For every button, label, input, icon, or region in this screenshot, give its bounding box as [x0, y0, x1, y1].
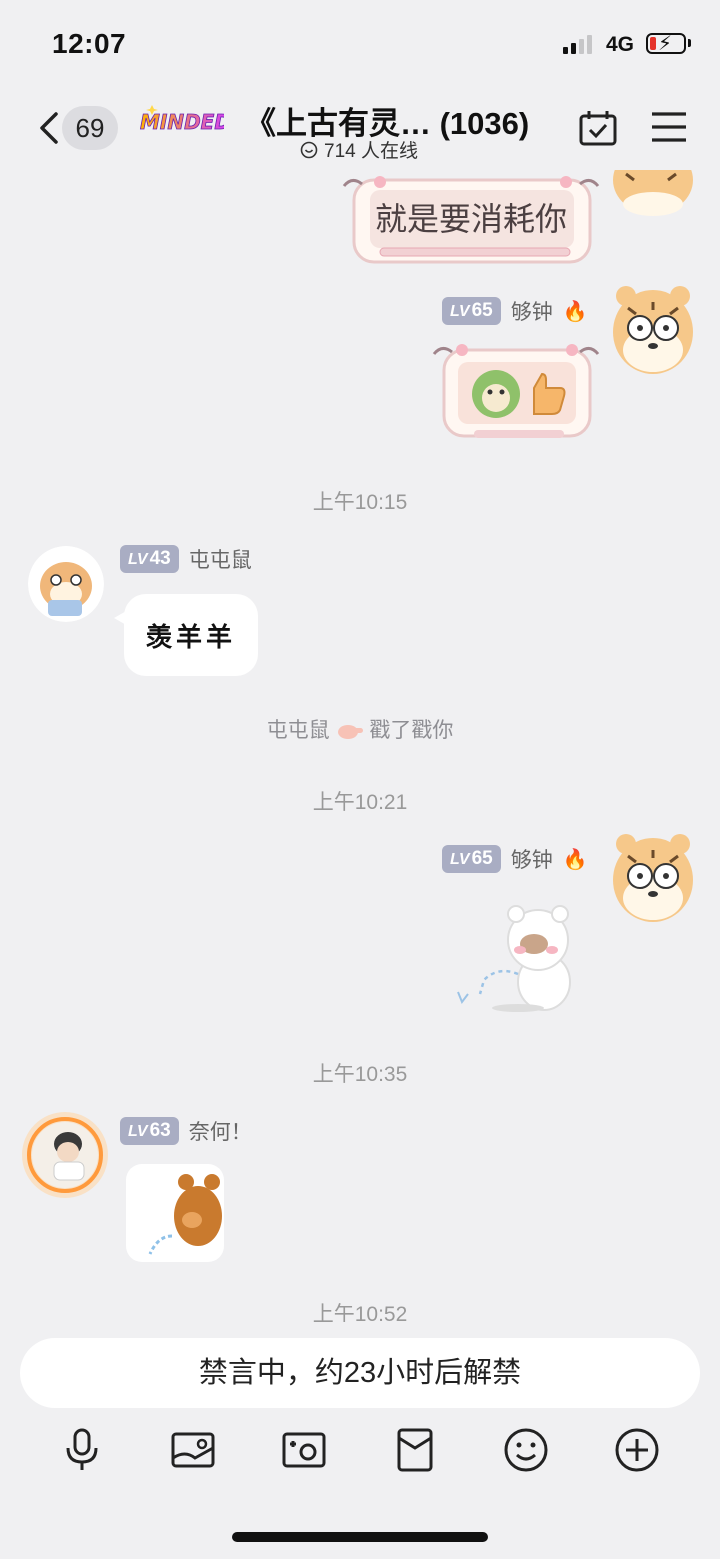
- battery-tip: [688, 39, 691, 47]
- calendar-check-icon[interactable]: [578, 108, 618, 148]
- message-bubble[interactable]: 羡羊羊: [114, 594, 258, 676]
- poke-hand-icon: [336, 722, 364, 740]
- network-type: 4G: [606, 33, 635, 56]
- sender-name[interactable]: 够钟: [511, 296, 553, 326]
- signal-icon: [563, 34, 592, 54]
- sender-name[interactable]: 够钟: [511, 844, 553, 874]
- chat-message-list[interactable]: 就是要消耗你 LV 65 够钟 🔥 上午10:15 LV 43 屯屯鼠 羡羊羊 …: [0, 170, 720, 1322]
- level-badge: LV 65: [442, 297, 501, 325]
- poke-notice: 屯屯鼠 戳了戳你: [0, 714, 720, 744]
- emoji-icon[interactable]: [502, 1426, 550, 1474]
- message-sender: LV 65 够钟 🔥: [442, 296, 588, 326]
- image-icon[interactable]: [169, 1426, 217, 1474]
- sender-name[interactable]: 屯屯鼠: [189, 544, 252, 574]
- level-badge: LV 63: [120, 1117, 179, 1145]
- online-icon: [300, 141, 318, 158]
- online-count-label: 714 人在线: [324, 141, 418, 162]
- white-bear-sticker[interactable]: [448, 900, 588, 1018]
- user-avatar[interactable]: [20, 1110, 110, 1200]
- plus-icon[interactable]: [613, 1426, 661, 1474]
- red-packet-icon[interactable]: [391, 1426, 439, 1474]
- timestamp: 上午10:35: [312, 1063, 408, 1086]
- message-sender: LV 63 奈何！: [120, 1116, 252, 1146]
- status-bar: 12:07 4G ⚡: [0, 0, 720, 88]
- message-sender: LV 43 屯屯鼠: [120, 544, 252, 574]
- online-count: 714 人在线: [300, 136, 418, 163]
- chat-header: 69 MINDED 《上古有灵… (1036) 714 人在线: [0, 88, 720, 170]
- brown-bear-sticker[interactable]: [126, 1164, 224, 1262]
- timestamp: 上午10:52: [312, 1303, 408, 1322]
- sender-name[interactable]: 奈何！: [189, 1116, 252, 1146]
- fire-icon: 🔥: [562, 300, 588, 323]
- timestamp: 上午10:21: [312, 791, 408, 814]
- level-badge: LV 43: [120, 545, 179, 573]
- poke-actor[interactable]: 屯屯鼠: [267, 719, 330, 742]
- battery-icon: ⚡: [646, 33, 686, 55]
- message-sender: LV 65 够钟 🔥: [442, 844, 588, 874]
- poke-action: 戳了戳你: [369, 719, 454, 742]
- home-indicator[interactable]: [232, 1532, 488, 1542]
- level-badge: LV 65: [442, 845, 501, 873]
- back-arrow-icon[interactable]: [34, 108, 64, 148]
- tiger-avatar[interactable]: [606, 170, 700, 218]
- frame-sticker[interactable]: 就是要消耗你: [340, 170, 602, 276]
- brand-logo: MINDED: [140, 105, 224, 134]
- menu-icon[interactable]: [650, 110, 688, 144]
- sticker-caption: 就是要消耗你: [375, 200, 567, 238]
- fire-icon: 🔥: [562, 848, 588, 871]
- chat-toolbar: [0, 1426, 720, 1482]
- muted-notice: 禁言中，约23小时后解禁: [20, 1338, 700, 1408]
- camera-icon[interactable]: [280, 1426, 328, 1474]
- tiger-avatar[interactable]: [606, 828, 700, 932]
- hamster-avatar[interactable]: [28, 546, 104, 622]
- thumbs-up-sticker[interactable]: [430, 338, 602, 458]
- unread-count-badge[interactable]: 69: [62, 106, 118, 150]
- input-area: 禁言中，约23小时后解禁: [0, 1322, 720, 1559]
- microphone-icon[interactable]: [58, 1426, 106, 1474]
- status-time: 12:07: [52, 28, 127, 59]
- tiger-avatar[interactable]: [606, 280, 700, 384]
- timestamp: 上午10:15: [312, 491, 408, 514]
